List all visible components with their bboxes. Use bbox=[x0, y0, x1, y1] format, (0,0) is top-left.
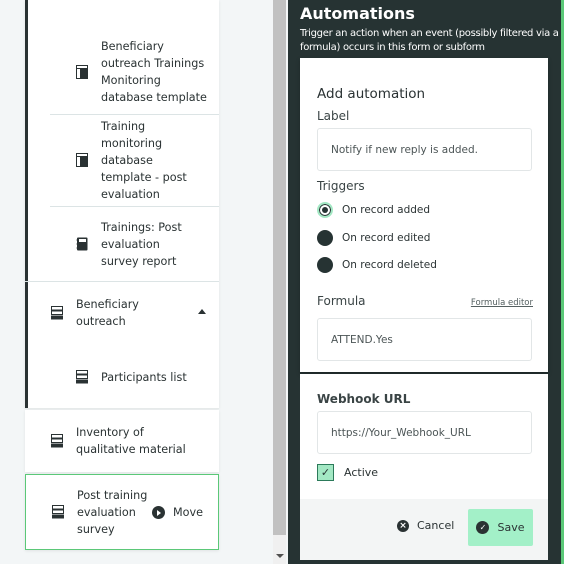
play-circle-icon bbox=[152, 506, 165, 519]
tree-item-label: Training monitoring database template - … bbox=[101, 119, 187, 201]
active-toggle[interactable]: ✓ Active bbox=[317, 464, 378, 481]
move-button[interactable]: Move bbox=[152, 506, 203, 519]
formula-editor-link[interactable]: Formula editor bbox=[471, 298, 533, 308]
database-template-icon bbox=[75, 152, 89, 168]
trigger-label: On record deleted bbox=[342, 259, 437, 271]
panel-title: Automations bbox=[300, 4, 415, 23]
webhook-title: Webhook URL bbox=[317, 392, 411, 406]
formula-input[interactable]: ATTEND.Yes bbox=[317, 318, 532, 361]
scrollbar-thumb[interactable] bbox=[273, 0, 286, 535]
tree-item-label: Post training evaluation survey bbox=[77, 488, 148, 536]
cancel-label: Cancel bbox=[417, 519, 455, 532]
form-icon bbox=[50, 433, 64, 449]
form-footer: × Cancel ✓ Save bbox=[300, 499, 548, 560]
trigger-on-record-added[interactable]: On record added bbox=[317, 202, 430, 218]
add-automation-form: Add automation Label Notify if new reply… bbox=[300, 58, 548, 372]
triggers-title: Triggers bbox=[317, 179, 365, 193]
collapse-caret-icon[interactable] bbox=[198, 309, 206, 314]
close-circle-icon: × bbox=[397, 519, 409, 532]
tree-item-label: Inventory of qualitative material bbox=[76, 426, 186, 456]
active-label: Active bbox=[344, 466, 379, 479]
move-label: Move bbox=[173, 506, 204, 519]
divider bbox=[25, 281, 219, 282]
tree-item-training-monitoring-template[interactable]: Training monitoring database template - … bbox=[50, 115, 219, 205]
scroll-down-arrow-icon[interactable] bbox=[276, 554, 284, 558]
formula-title: Formula bbox=[317, 294, 366, 308]
divider bbox=[25, 408, 219, 409]
tree-item-beneficiary-outreach[interactable]: Beneficiary outreach bbox=[28, 283, 219, 343]
tree-item-label: Trainings: Post evaluation survey report bbox=[101, 220, 182, 268]
trigger-on-record-deleted[interactable]: On record deleted bbox=[317, 257, 437, 273]
trigger-on-record-edited[interactable]: On record edited bbox=[317, 230, 430, 246]
label-field-title: Label bbox=[317, 109, 350, 123]
radio-unchecked[interactable] bbox=[317, 257, 333, 273]
form-icon bbox=[75, 369, 89, 385]
radio-checked[interactable] bbox=[317, 202, 333, 218]
database-template-icon bbox=[75, 64, 89, 80]
check-icon[interactable]: ✓ bbox=[317, 464, 334, 481]
radio-unchecked[interactable] bbox=[317, 230, 333, 246]
report-icon bbox=[75, 236, 89, 252]
automations-panel: Automations Trigger an action when an ev… bbox=[288, 0, 564, 564]
webhook-section: Webhook URL https://Your_Webhook_URL ✓ A… bbox=[300, 374, 548, 499]
save-label: Save bbox=[497, 521, 525, 534]
trigger-label: On record edited bbox=[342, 232, 431, 244]
form-icon bbox=[50, 305, 64, 321]
trigger-label: On record added bbox=[342, 204, 431, 216]
form-icon bbox=[51, 504, 65, 520]
panel-description: Trigger an action when an event (possibl… bbox=[300, 28, 559, 53]
tree-item-label: Beneficiary outreach bbox=[76, 298, 139, 328]
check-circle-icon: ✓ bbox=[476, 521, 490, 534]
tree-item-label: Beneficiary outreach Trainings Monitorin… bbox=[101, 40, 207, 104]
tree-item-post-evaluation-report[interactable]: Trainings: Post evaluation survey report bbox=[50, 207, 219, 281]
tree-item-inventory-qualitative-material[interactable]: Inventory of qualitative material bbox=[25, 410, 219, 472]
webhook-url-input[interactable]: https://Your_Webhook_URL bbox=[317, 411, 532, 454]
tree-item-beneficiary-outreach-trainings-template[interactable]: Beneficiary outreach Trainings Monitorin… bbox=[50, 30, 219, 114]
tree-item-label: Participants list bbox=[101, 370, 187, 384]
save-button[interactable]: ✓ Save bbox=[468, 509, 533, 546]
label-input[interactable]: Notify if new reply is added. bbox=[317, 128, 532, 171]
cancel-button[interactable]: × Cancel bbox=[397, 519, 454, 532]
form-heading: Add automation bbox=[317, 86, 426, 102]
tree-item-participants-list[interactable]: Participants list bbox=[50, 355, 219, 399]
